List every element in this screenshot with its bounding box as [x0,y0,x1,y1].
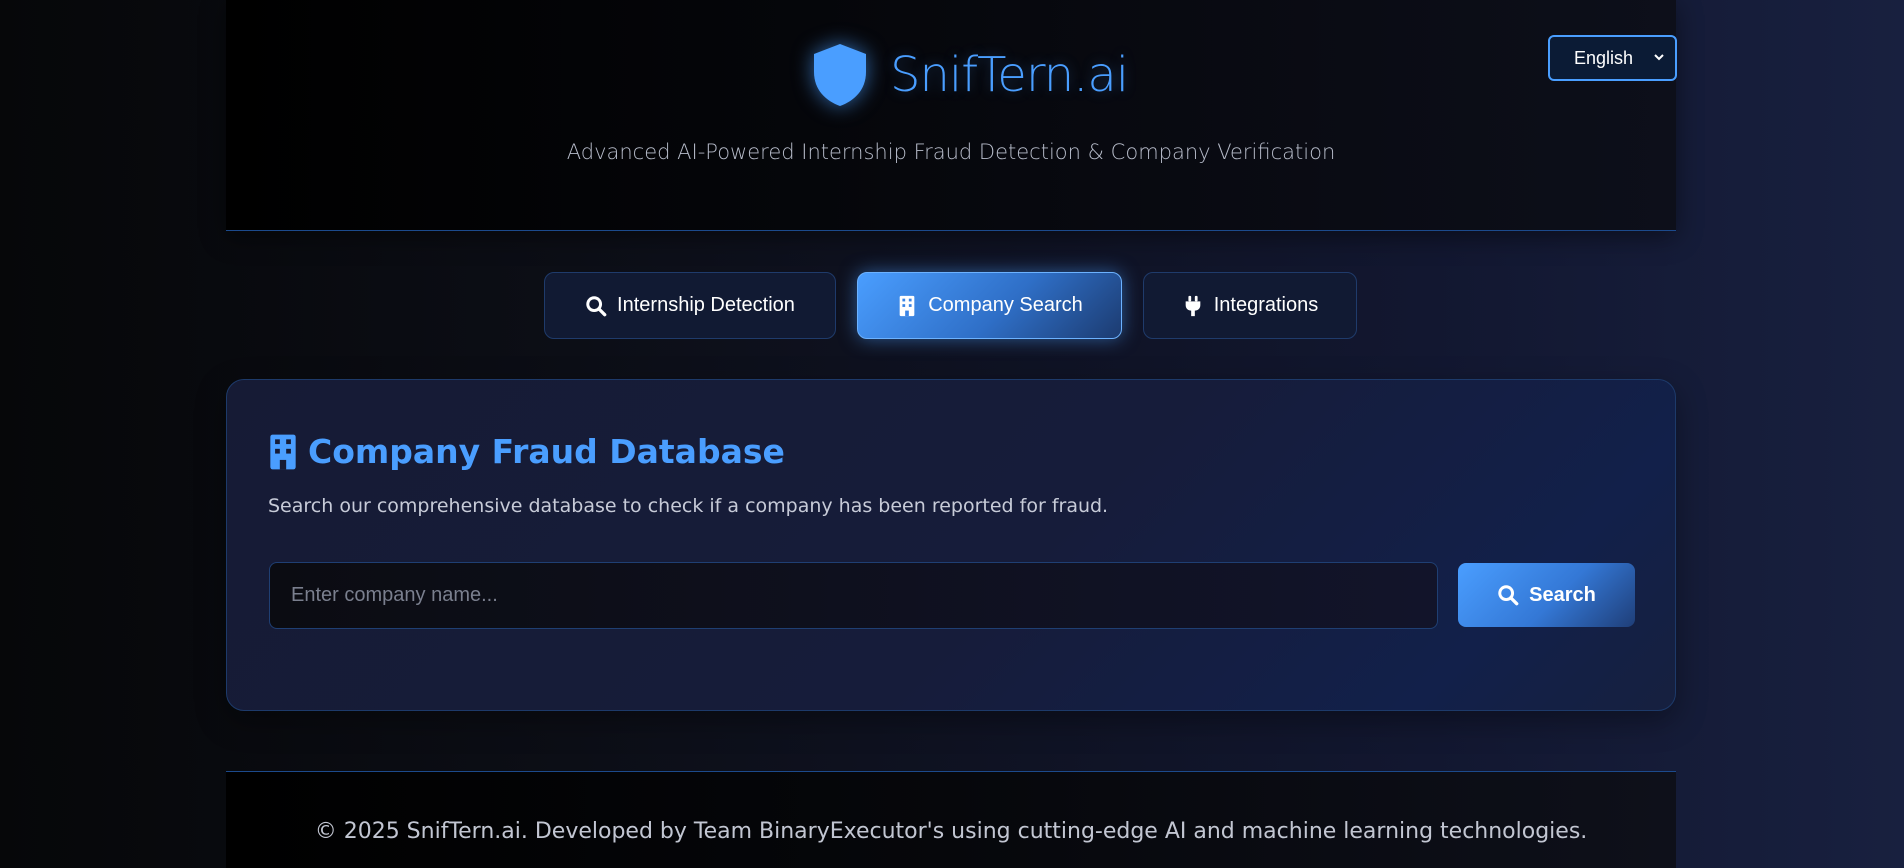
search-button[interactable]: Search [1458,563,1635,627]
company-search-input[interactable] [269,562,1438,629]
tab-label: Company Search [928,294,1083,316]
header: SnifTern.ai Advanced AI-Powered Internsh… [226,0,1677,231]
page: SnifTern.ai Advanced AI-Powered Internsh… [226,0,1677,868]
footer: © 2025 SnifTern.ai. Developed by Team Bi… [226,771,1676,868]
card-description: Search our comprehensive database to che… [268,495,1109,517]
card-title-text: Company Fraud Database [308,432,785,471]
tab-integrations[interactable]: Integrations [1143,272,1357,339]
building-icon [270,434,296,469]
shield-icon [814,44,866,106]
search-icon [586,295,607,316]
tab-label: Internship Detection [617,294,795,316]
company-search-card: Company Fraud Database Search our compre… [226,379,1676,711]
building-icon [899,295,915,316]
brand: SnifTern.ai [810,40,1129,110]
tagline: Advanced AI-Powered Internship Fraud Det… [566,140,1336,164]
tab-label: Integrations [1213,294,1319,316]
brand-name: SnifTern.ai [890,47,1129,103]
chevron-down-icon [1654,54,1664,61]
card-title: Company Fraud Database [268,432,785,471]
tab-company-search[interactable]: Company Search [857,272,1122,339]
search-button-label: Search [1529,583,1596,606]
plug-icon [1185,295,1201,316]
language-select[interactable]: English [1548,35,1677,81]
footer-text: © 2025 SnifTern.ai. Developed by Team Bi… [314,819,1588,844]
tab-internship-detection[interactable]: Internship Detection [544,272,836,339]
search-icon [1498,585,1519,606]
language-select-value: English [1574,47,1634,68]
